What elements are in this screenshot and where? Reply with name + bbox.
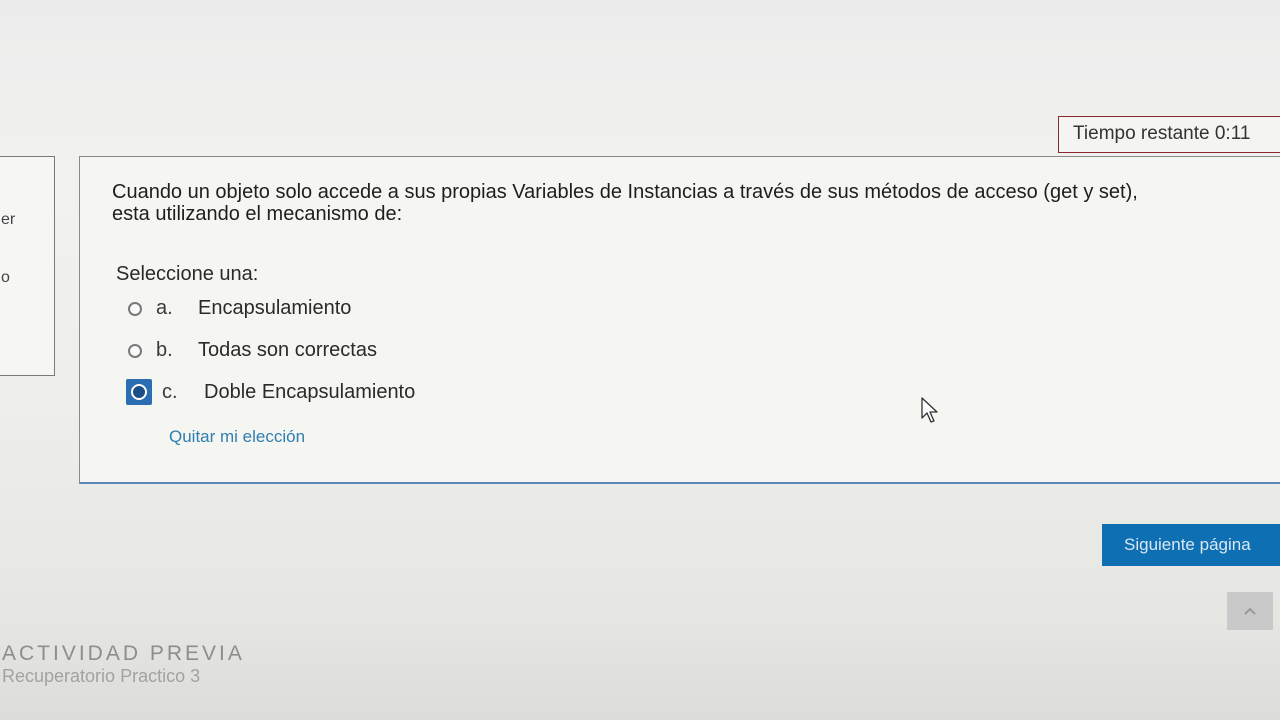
- question-text-line: Cuando un objeto solo accede a sus propi…: [112, 181, 1138, 203]
- time-remaining-badge: Tiempo restante 0:11: [1058, 116, 1280, 153]
- question-text-line: esta utilizando el mecanismo de:: [112, 203, 403, 225]
- radio-button[interactable]: [128, 343, 142, 358]
- option-label: Encapsulamiento: [198, 297, 352, 319]
- left-panel-text: er: [1, 211, 16, 228]
- option-letter: a.: [156, 297, 173, 319]
- question-text: Cuando un objeto solo accede a sus propi…: [112, 181, 1280, 225]
- chevron-up-icon: [1244, 607, 1256, 615]
- option-letter: c.: [162, 380, 178, 403]
- answer-prompt: Seleccione una:: [116, 263, 259, 285]
- option-label: Todas son correctas: [198, 339, 377, 361]
- option-c[interactable]: c. Doble Encapsulamiento: [126, 379, 416, 405]
- mouse-pointer-icon: [921, 397, 938, 423]
- radio-button-selected[interactable]: [126, 379, 152, 405]
- left-navigation-panel: er o: [0, 156, 55, 376]
- option-b[interactable]: b. Todas son correctas: [128, 339, 377, 362]
- clear-choice-link[interactable]: Quitar mi elección: [169, 427, 305, 447]
- radio-button[interactable]: [128, 301, 142, 316]
- option-label: Doble Encapsulamiento: [204, 380, 416, 403]
- left-panel-text: o: [1, 269, 10, 286]
- option-letter: b.: [156, 339, 173, 361]
- radio-dot-icon: [131, 384, 147, 400]
- question-card: Cuando un objeto solo accede a sus propi…: [79, 156, 1280, 484]
- scroll-to-top-button[interactable]: [1227, 592, 1273, 630]
- next-page-button[interactable]: Siguiente página: [1102, 524, 1280, 566]
- previous-activity-heading: ACTIVIDAD PREVIA: [2, 642, 245, 665]
- previous-activity-link[interactable]: Recuperatorio Practico 3: [2, 666, 200, 687]
- option-a[interactable]: a. Encapsulamiento: [128, 297, 351, 320]
